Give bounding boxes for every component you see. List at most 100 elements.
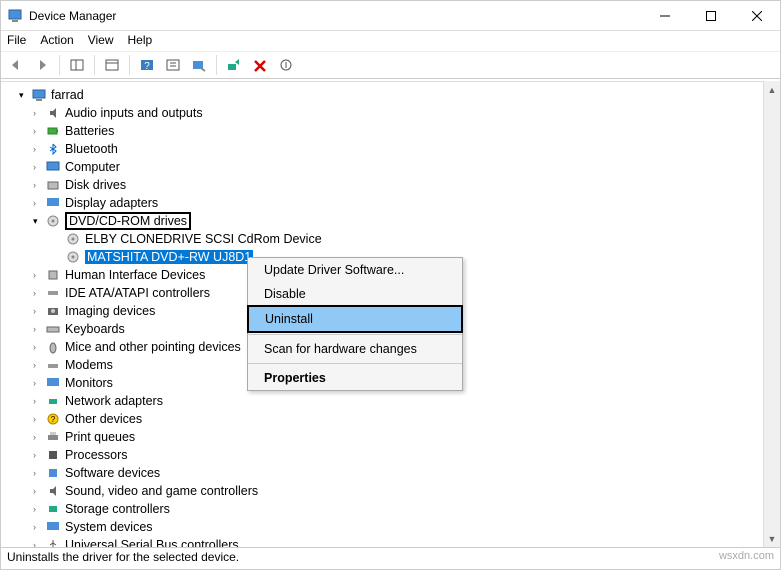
update-driver-button[interactable] (223, 54, 245, 76)
ctx-disable[interactable]: Disable (248, 282, 462, 306)
tree-label: Display adapters (65, 196, 158, 210)
context-menu: Update Driver Software... Disable Uninst… (247, 257, 463, 391)
tree-item-audio[interactable]: ›Audio inputs and outputs (1, 104, 780, 122)
titlebar: Device Manager (1, 1, 780, 31)
disk-icon (45, 177, 61, 193)
show-hide-console-button[interactable] (66, 54, 88, 76)
tree-item-software[interactable]: ›Software devices (1, 464, 780, 482)
tree-item-processors[interactable]: ›Processors (1, 446, 780, 464)
tree-item-print[interactable]: ›Print queues (1, 428, 780, 446)
window-title: Device Manager (29, 9, 642, 23)
tree-label: Disk drives (65, 178, 126, 192)
battery-icon (45, 123, 61, 139)
tree-item-bluetooth[interactable]: ›Bluetooth (1, 140, 780, 158)
forward-button[interactable] (31, 54, 53, 76)
bluetooth-icon (45, 141, 61, 157)
keyboard-icon (45, 321, 61, 337)
tree-label: Computer (65, 160, 120, 174)
usb-icon (45, 537, 61, 547)
other-icon: ? (45, 411, 61, 427)
tree-item-system[interactable]: ›System devices (1, 518, 780, 536)
tree-label: Other devices (65, 412, 142, 426)
tree-item-sound[interactable]: ›Sound, video and game controllers (1, 482, 780, 500)
ctx-update-driver[interactable]: Update Driver Software... (248, 258, 462, 282)
statusbar: Uninstalls the driver for the selected d… (1, 547, 780, 569)
app-icon (7, 8, 23, 24)
ctx-uninstall[interactable]: Uninstall (247, 305, 463, 333)
tree-label: Mice and other pointing devices (65, 340, 241, 354)
tree-label: Keyboards (65, 322, 125, 336)
network-icon (45, 393, 61, 409)
tree-label: Human Interface Devices (65, 268, 205, 282)
scroll-down-icon[interactable]: ▼ (764, 530, 780, 547)
minimize-button[interactable] (642, 1, 688, 31)
tree-label: Modems (65, 358, 113, 372)
dvd-icon (65, 231, 81, 247)
tree-label: Storage controllers (65, 502, 170, 516)
ctx-properties[interactable]: Properties (248, 366, 462, 390)
system-icon (45, 519, 61, 535)
tree-label: DVD/CD-ROM drives (65, 212, 191, 230)
modem-icon (45, 357, 61, 373)
tree-item-disk[interactable]: ›Disk drives (1, 176, 780, 194)
disable-button[interactable] (275, 54, 297, 76)
tree-label: ELBY CLONEDRIVE SCSI CdRom Device (85, 232, 322, 246)
scroll-up-icon[interactable]: ▲ (764, 81, 780, 98)
processor-icon (45, 447, 61, 463)
ide-icon (45, 285, 61, 301)
back-button[interactable] (5, 54, 27, 76)
watermark: wsxdn.com (719, 550, 774, 567)
action-button[interactable] (162, 54, 184, 76)
tree-item-storage[interactable]: ›Storage controllers (1, 500, 780, 518)
audio-icon (45, 105, 61, 121)
tree-item-computer[interactable]: ›Computer (1, 158, 780, 176)
vertical-scrollbar[interactable]: ▲ ▼ (763, 81, 780, 547)
print-icon (45, 429, 61, 445)
status-text: Uninstalls the driver for the selected d… (7, 550, 239, 567)
dvd-icon (45, 213, 61, 229)
tree-item-batteries[interactable]: ›Batteries (1, 122, 780, 140)
uninstall-button[interactable] (249, 54, 271, 76)
tree-label: Audio inputs and outputs (65, 106, 203, 120)
menu-action[interactable]: Action (40, 33, 73, 49)
menu-view[interactable]: View (88, 33, 114, 49)
tree-root[interactable]: ▾farrad (1, 86, 780, 104)
tree-item-network[interactable]: ›Network adapters (1, 392, 780, 410)
tree-item-display[interactable]: ›Display adapters (1, 194, 780, 212)
tree-item-dvd-child1[interactable]: ELBY CLONEDRIVE SCSI CdRom Device (1, 230, 780, 248)
help-button[interactable]: ? (136, 54, 158, 76)
tree-label: IDE ATA/ATAPI controllers (65, 286, 210, 300)
display-icon (45, 195, 61, 211)
ctx-scan[interactable]: Scan for hardware changes (248, 337, 462, 361)
tree-label: Universal Serial Bus controllers (65, 538, 239, 547)
close-button[interactable] (734, 1, 780, 31)
tree-label: System devices (65, 520, 153, 534)
sound-icon (45, 483, 61, 499)
tree-label: Print queues (65, 430, 135, 444)
tree-label: Batteries (65, 124, 114, 138)
ctx-separator (248, 363, 462, 364)
tree-label: Monitors (65, 376, 113, 390)
tree-label: Network adapters (65, 394, 163, 408)
maximize-button[interactable] (688, 1, 734, 31)
tree-item-dvd[interactable]: ▾DVD/CD-ROM drives (1, 212, 780, 230)
dvd-icon (65, 249, 81, 265)
computer-icon (45, 159, 61, 175)
hid-icon (45, 267, 61, 283)
software-icon (45, 465, 61, 481)
menu-file[interactable]: File (7, 33, 26, 49)
tree-item-other[interactable]: ›?Other devices (1, 410, 780, 428)
menubar: File Action View Help (1, 31, 780, 51)
tree-label: Imaging devices (65, 304, 155, 318)
tree-label: farrad (51, 88, 84, 102)
scan-hardware-button[interactable] (188, 54, 210, 76)
tree-label: Bluetooth (65, 142, 118, 156)
imaging-icon (45, 303, 61, 319)
computer-icon (31, 87, 47, 103)
menu-help[interactable]: Help (128, 33, 153, 49)
tree-label: Software devices (65, 466, 160, 480)
svg-text:?: ? (144, 61, 150, 72)
tree-item-usb[interactable]: ›Universal Serial Bus controllers (1, 536, 780, 547)
monitor-icon (45, 375, 61, 391)
properties-button[interactable] (101, 54, 123, 76)
